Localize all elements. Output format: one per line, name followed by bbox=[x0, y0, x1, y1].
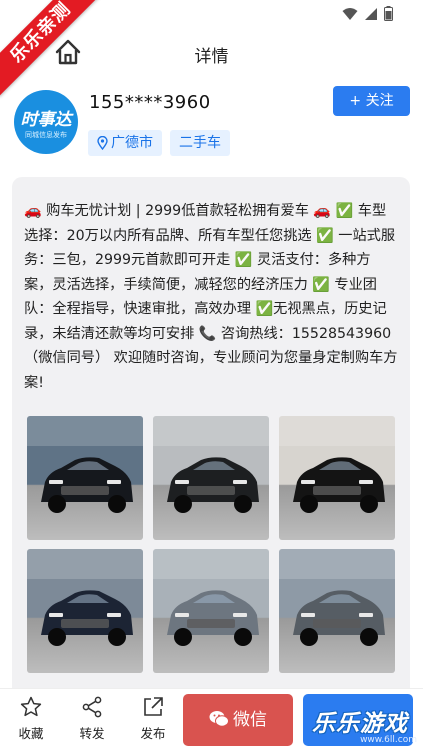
wifi-icon bbox=[342, 7, 358, 20]
car-photo[interactable] bbox=[153, 416, 269, 540]
publish-label: 发布 bbox=[140, 726, 166, 741]
car-icon bbox=[27, 416, 143, 513]
share-icon bbox=[82, 696, 102, 718]
publisher-profile: 时事达 同城信息发布 155****3960 广德市 二手车 + 关注 bbox=[0, 84, 423, 164]
signal-icon bbox=[365, 7, 377, 20]
car-photo[interactable] bbox=[27, 416, 143, 540]
avatar[interactable]: 时事达 同城信息发布 bbox=[14, 90, 78, 154]
external-link-icon bbox=[144, 697, 163, 716]
photo-grid bbox=[27, 416, 397, 673]
location-tag[interactable]: 广德市 bbox=[88, 130, 162, 156]
location-tag-label: 广德市 bbox=[111, 135, 153, 151]
avatar-logo-text: 时事达 bbox=[20, 110, 72, 130]
navbar: 详情 bbox=[0, 30, 423, 76]
car-icon bbox=[153, 549, 269, 646]
post-description: 🚗 购车无忧计划 | 2999低首款轻松拥有爱车 🚗 ✅ 车型选择：20万以内所… bbox=[24, 203, 398, 391]
share-label: 转发 bbox=[79, 726, 105, 741]
post-card: 🚗 购车无忧计划 | 2999低首款轻松拥有爱车 🚗 ✅ 车型选择：20万以内所… bbox=[12, 177, 410, 707]
follow-button[interactable]: + 关注 bbox=[333, 86, 410, 116]
car-icon bbox=[279, 416, 395, 513]
car-photo[interactable] bbox=[27, 549, 143, 673]
favorite-label: 收藏 bbox=[18, 726, 44, 741]
car-photo[interactable] bbox=[279, 416, 395, 540]
battery-icon bbox=[384, 6, 393, 21]
location-pin-icon bbox=[97, 136, 108, 150]
watermark-text: 乐乐游戏 bbox=[312, 711, 408, 737]
avatar-logo-subtext: 同城信息发布 bbox=[25, 131, 67, 139]
car-icon bbox=[27, 549, 143, 646]
category-tag-label: 二手车 bbox=[179, 135, 221, 151]
car-photo[interactable] bbox=[279, 549, 395, 673]
car-icon bbox=[153, 416, 269, 513]
publisher-phone: 155****3960 bbox=[89, 92, 211, 113]
publisher-tags: 广德市 二手车 bbox=[88, 130, 230, 156]
favorite-button[interactable]: 收藏 bbox=[5, 695, 57, 742]
watermark-logo: 乐乐游戏 www.6ll.com bbox=[312, 704, 423, 752]
car-photo[interactable] bbox=[153, 549, 269, 673]
wechat-button[interactable]: 微信 bbox=[183, 694, 293, 746]
star-icon bbox=[20, 696, 42, 717]
page-title: 详情 bbox=[194, 47, 229, 67]
car-icon bbox=[279, 549, 395, 646]
publish-button[interactable]: 发布 bbox=[127, 695, 179, 742]
share-button[interactable]: 转发 bbox=[66, 695, 118, 742]
watermark-url: www.6ll.com bbox=[360, 735, 417, 745]
category-tag[interactable]: 二手车 bbox=[170, 130, 230, 156]
wechat-label: 微信 bbox=[233, 710, 267, 730]
wechat-icon bbox=[209, 711, 229, 727]
